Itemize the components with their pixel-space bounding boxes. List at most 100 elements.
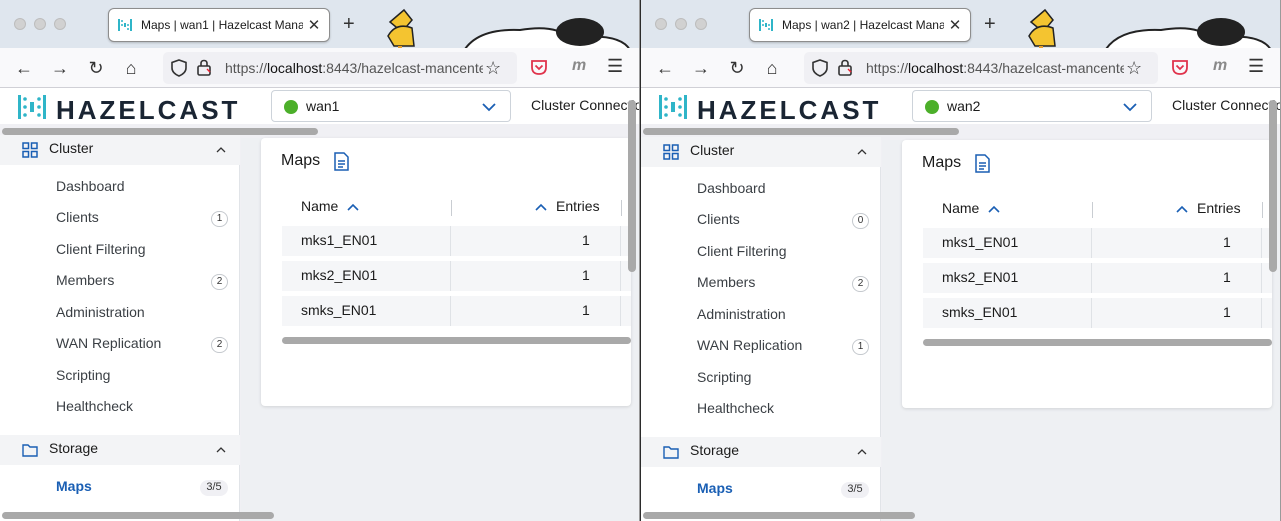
page-vertical-scrollbar[interactable] — [1269, 100, 1277, 272]
cluster-connections-link[interactable]: Cluster Connections — [531, 97, 639, 113]
reload-icon[interactable]: ↻ — [84, 56, 108, 80]
map-name-cell[interactable]: mks1_EN01 — [301, 232, 377, 248]
tab-close-icon[interactable]: ✕ — [948, 16, 962, 34]
sidebar-section-storage[interactable]: Storage — [641, 437, 881, 467]
forward-arrow-icon[interactable]: → — [48, 56, 72, 80]
sidebar-item-administration[interactable]: Administration — [56, 304, 145, 320]
bookmark-star-icon[interactable]: ☆ — [485, 58, 501, 79]
minimize-window-button[interactable] — [34, 18, 46, 30]
cluster-connections-link[interactable]: Cluster Connections — [1172, 97, 1280, 113]
url-bar[interactable]: https://localhost:8443/hazelcast-mancent… — [163, 52, 517, 84]
column-divider[interactable] — [451, 200, 452, 216]
sidebar-item-maps[interactable]: Maps — [56, 478, 92, 494]
table-row[interactable]: mks1_EN01 1 — [923, 228, 1272, 258]
header-horizontal-scrollbar[interactable] — [643, 128, 959, 135]
sort-ascending-icon[interactable] — [1176, 204, 1188, 214]
sidebar-item-scripting[interactable]: Scripting — [56, 367, 110, 383]
column-header-entries[interactable]: Entries — [556, 198, 600, 214]
sidebar-item-client-filtering[interactable]: Client Filtering — [697, 243, 786, 259]
main-content: Maps Name Entries mks1_EN01 1 mks2_EN01 1 sm… — [241, 138, 639, 521]
table-row[interactable]: smks_EN01 1 — [282, 296, 631, 326]
table-horizontal-scrollbar[interactable] — [282, 337, 631, 344]
sidebar-item-clients[interactable]: Clients — [697, 211, 740, 227]
column-header-name[interactable]: Name — [301, 198, 338, 214]
extension-m-icon[interactable]: m — [1213, 57, 1227, 75]
pocket-icon[interactable] — [1171, 58, 1189, 76]
sidebar-item-dashboard[interactable]: Dashboard — [56, 178, 125, 194]
table-row[interactable]: smks_EN01 1 — [923, 298, 1272, 328]
hazelcast-logo[interactable]: HAZELCAST — [657, 93, 887, 125]
sort-ascending-icon[interactable] — [988, 204, 1000, 214]
cluster-select[interactable]: wan2 — [912, 90, 1152, 122]
zoom-window-button[interactable] — [695, 18, 707, 30]
table-horizontal-scrollbar[interactable] — [923, 339, 1272, 346]
sidebar-horizontal-scrollbar[interactable] — [643, 512, 915, 519]
close-window-button[interactable] — [14, 18, 26, 30]
close-window-button[interactable] — [655, 18, 667, 30]
map-name-cell[interactable]: smks_EN01 — [301, 302, 376, 318]
sidebar-item-dashboard[interactable]: Dashboard — [697, 180, 766, 196]
sidebar-item-healthcheck[interactable]: Healthcheck — [56, 398, 133, 414]
table-row[interactable]: mks1_EN01 1 — [282, 226, 631, 256]
map-name-cell[interactable]: mks1_EN01 — [942, 234, 1018, 250]
lock-icon[interactable] — [197, 59, 211, 76]
sidebar-item-clients[interactable]: Clients — [56, 209, 99, 225]
map-name-cell[interactable]: smks_EN01 — [942, 304, 1017, 320]
sidebar-section-cluster[interactable]: Cluster — [0, 135, 240, 165]
tab-close-icon[interactable]: ✕ — [307, 16, 321, 34]
new-tab-icon[interactable]: + — [984, 13, 996, 36]
sort-ascending-icon[interactable] — [535, 202, 547, 212]
home-icon[interactable]: ⌂ — [760, 56, 784, 80]
column-divider[interactable] — [1262, 202, 1263, 218]
tab-title: Maps | wan1 | Hazelcast Management Cente… — [141, 18, 303, 32]
lock-icon[interactable] — [838, 59, 852, 76]
table-row[interactable]: mks2_EN01 1 — [923, 263, 1272, 293]
sidebar-item-administration[interactable]: Administration — [697, 306, 786, 322]
column-divider[interactable] — [621, 200, 622, 216]
sidebar-item-wan-replication[interactable]: WAN Replication — [697, 337, 802, 353]
tracking-protection-shield-icon[interactable] — [171, 59, 187, 77]
home-icon[interactable]: ⌂ — [119, 56, 143, 80]
back-arrow-icon[interactable]: ← — [653, 56, 677, 80]
column-header-name[interactable]: Name — [942, 200, 979, 216]
reload-icon[interactable]: ↻ — [725, 56, 749, 80]
bookmark-star-icon[interactable]: ☆ — [1126, 58, 1142, 79]
header-horizontal-scrollbar[interactable] — [2, 128, 318, 135]
menu-hamburger-icon[interactable]: ☰ — [607, 56, 623, 77]
pocket-icon[interactable] — [530, 58, 548, 76]
url-bar[interactable]: https://localhost:8443/hazelcast-mancent… — [804, 52, 1158, 84]
forward-arrow-icon[interactable]: → — [689, 56, 713, 80]
page-vertical-scrollbar[interactable] — [628, 100, 636, 272]
url-text[interactable]: https://localhost:8443/hazelcast-mancent… — [866, 60, 1124, 76]
sidebar-horizontal-scrollbar[interactable] — [2, 512, 274, 519]
menu-hamburger-icon[interactable]: ☰ — [1248, 56, 1264, 77]
map-name-cell[interactable]: mks2_EN01 — [301, 267, 377, 283]
sidebar-item-wan-replication[interactable]: WAN Replication — [56, 335, 161, 351]
sidebar-section-storage[interactable]: Storage — [0, 435, 240, 465]
tracking-protection-shield-icon[interactable] — [812, 59, 828, 77]
minimize-window-button[interactable] — [675, 18, 687, 30]
browser-tab[interactable]: Maps | wan1 | Hazelcast Management Cente… — [108, 8, 330, 42]
column-divider[interactable] — [1092, 202, 1093, 218]
document-icon[interactable] — [333, 152, 350, 171]
sidebar-item-members[interactable]: Members — [697, 274, 755, 290]
table-row[interactable]: mks2_EN01 1 — [282, 261, 631, 291]
new-tab-icon[interactable]: + — [343, 13, 355, 36]
url-text[interactable]: https://localhost:8443/hazelcast-mancent… — [225, 60, 483, 76]
cluster-select[interactable]: wan1 — [271, 90, 511, 122]
sidebar-item-members[interactable]: Members — [56, 272, 114, 288]
column-header-entries[interactable]: Entries — [1197, 200, 1241, 216]
map-name-cell[interactable]: mks2_EN01 — [942, 269, 1018, 285]
sidebar-item-maps[interactable]: Maps — [697, 480, 733, 496]
sidebar-item-healthcheck[interactable]: Healthcheck — [697, 400, 774, 416]
sidebar-item-scripting[interactable]: Scripting — [697, 369, 751, 385]
sidebar-section-cluster[interactable]: Cluster — [641, 137, 881, 167]
extension-m-icon[interactable]: m — [572, 57, 586, 75]
back-arrow-icon[interactable]: ← — [12, 56, 36, 80]
zoom-window-button[interactable] — [54, 18, 66, 30]
browser-tab[interactable]: Maps | wan2 | Hazelcast Management Cente… — [749, 8, 971, 42]
hazelcast-logo[interactable]: HAZELCAST — [16, 93, 246, 125]
sidebar-item-client-filtering[interactable]: Client Filtering — [56, 241, 145, 257]
sort-ascending-icon[interactable] — [347, 202, 359, 212]
document-icon[interactable] — [974, 154, 991, 173]
